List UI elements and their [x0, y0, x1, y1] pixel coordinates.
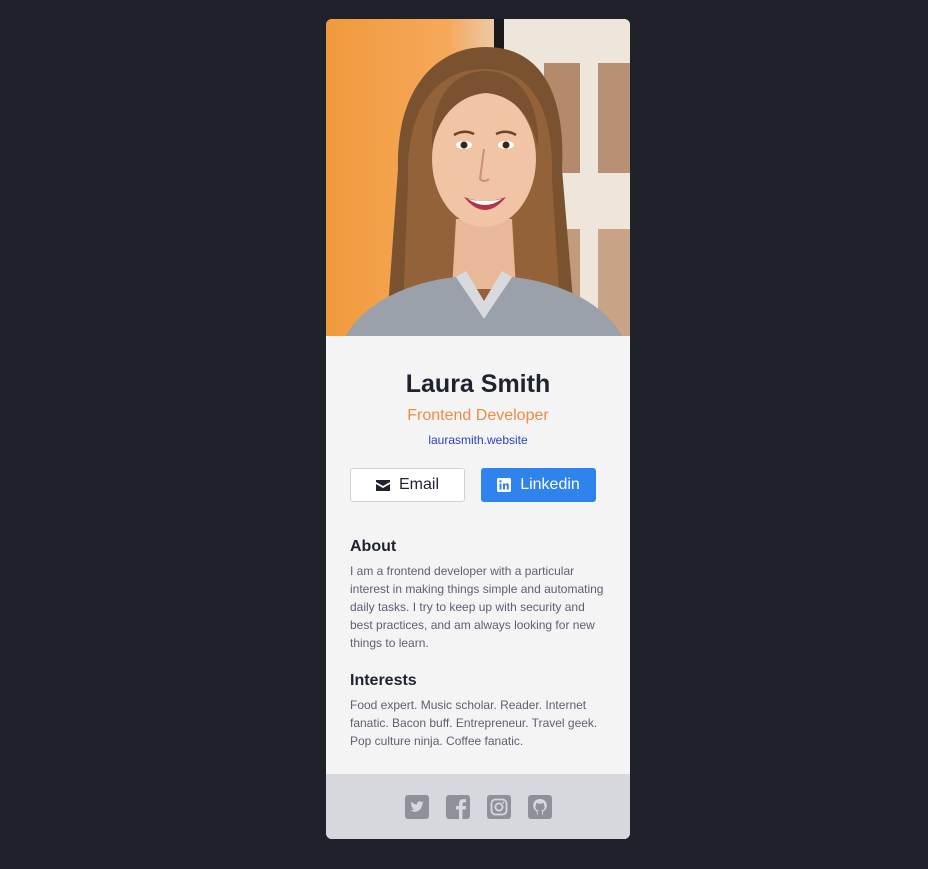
linkedin-button[interactable]: Linkedin — [481, 468, 596, 502]
about-section: About I am a frontend developer with a p… — [326, 537, 630, 652]
email-button-label: Email — [398, 476, 439, 493]
social-footer — [326, 774, 630, 839]
profile-card: Laura Smith Frontend Developer laurasmit… — [326, 19, 630, 839]
contact-buttons: Email Linkedin — [326, 468, 630, 502]
linkedin-icon — [497, 478, 512, 492]
profile-info: Laura Smith Frontend Developer laurasmit… — [326, 336, 630, 449]
profile-name: Laura Smith — [405, 370, 551, 398]
interests-heading: Interests — [350, 672, 417, 689]
linkedin-button-label: Linkedin — [520, 476, 580, 493]
twitter-icon[interactable] — [404, 794, 429, 819]
mail-icon — [375, 479, 390, 491]
about-text: I am a frontend developer with a particu… — [350, 564, 604, 650]
facebook-icon[interactable] — [445, 794, 470, 819]
website-link[interactable]: laurasmith.website — [428, 433, 527, 447]
interests-section: Interests Food expert. Music scholar. Re… — [326, 671, 630, 750]
about-heading: About — [350, 538, 397, 555]
interests-text: Food expert. Music scholar. Reader. Inte… — [350, 698, 598, 748]
github-icon[interactable] — [527, 794, 552, 819]
email-button[interactable]: Email — [350, 468, 465, 502]
instagram-icon[interactable] — [486, 794, 511, 819]
profile-role: Frontend Developer — [407, 407, 549, 424]
profile-photo — [326, 19, 630, 336]
